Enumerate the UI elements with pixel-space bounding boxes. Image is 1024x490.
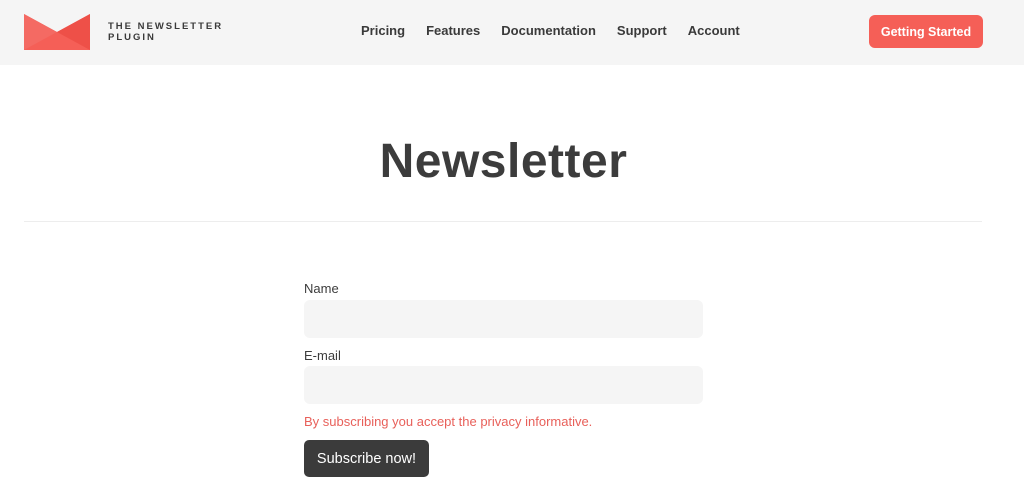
nav-item-account[interactable]: Account — [688, 23, 740, 38]
nav-item-support[interactable]: Support — [617, 23, 667, 38]
logo-wordmark: THE NEWSLETTER PLUGIN — [108, 21, 223, 43]
getting-started-button[interactable]: Getting Started — [869, 15, 983, 48]
nav-item-documentation[interactable]: Documentation — [501, 23, 596, 38]
privacy-notice: By subscribing you accept the privacy in… — [304, 414, 593, 429]
page-title: Newsletter — [379, 135, 628, 188]
envelope-logo-icon — [24, 14, 90, 50]
nav-item-pricing[interactable]: Pricing — [361, 23, 405, 38]
email-input[interactable] — [304, 366, 703, 404]
name-label: Name — [304, 281, 339, 296]
nav-item-features[interactable]: Features — [426, 23, 480, 38]
email-label: E-mail — [304, 348, 341, 363]
title-divider — [24, 221, 982, 222]
site-header: THE NEWSLETTER PLUGIN Pricing Features D… — [0, 0, 1024, 65]
main-nav: Pricing Features Documentation Support A… — [361, 23, 740, 38]
logo-line-2: PLUGIN — [108, 32, 156, 43]
name-input[interactable] — [304, 300, 703, 338]
site-logo[interactable]: THE NEWSLETTER PLUGIN — [24, 14, 223, 50]
subscribe-button[interactable]: Subscribe now! — [304, 440, 429, 477]
logo-line-1: THE NEWSLETTER — [108, 21, 224, 32]
